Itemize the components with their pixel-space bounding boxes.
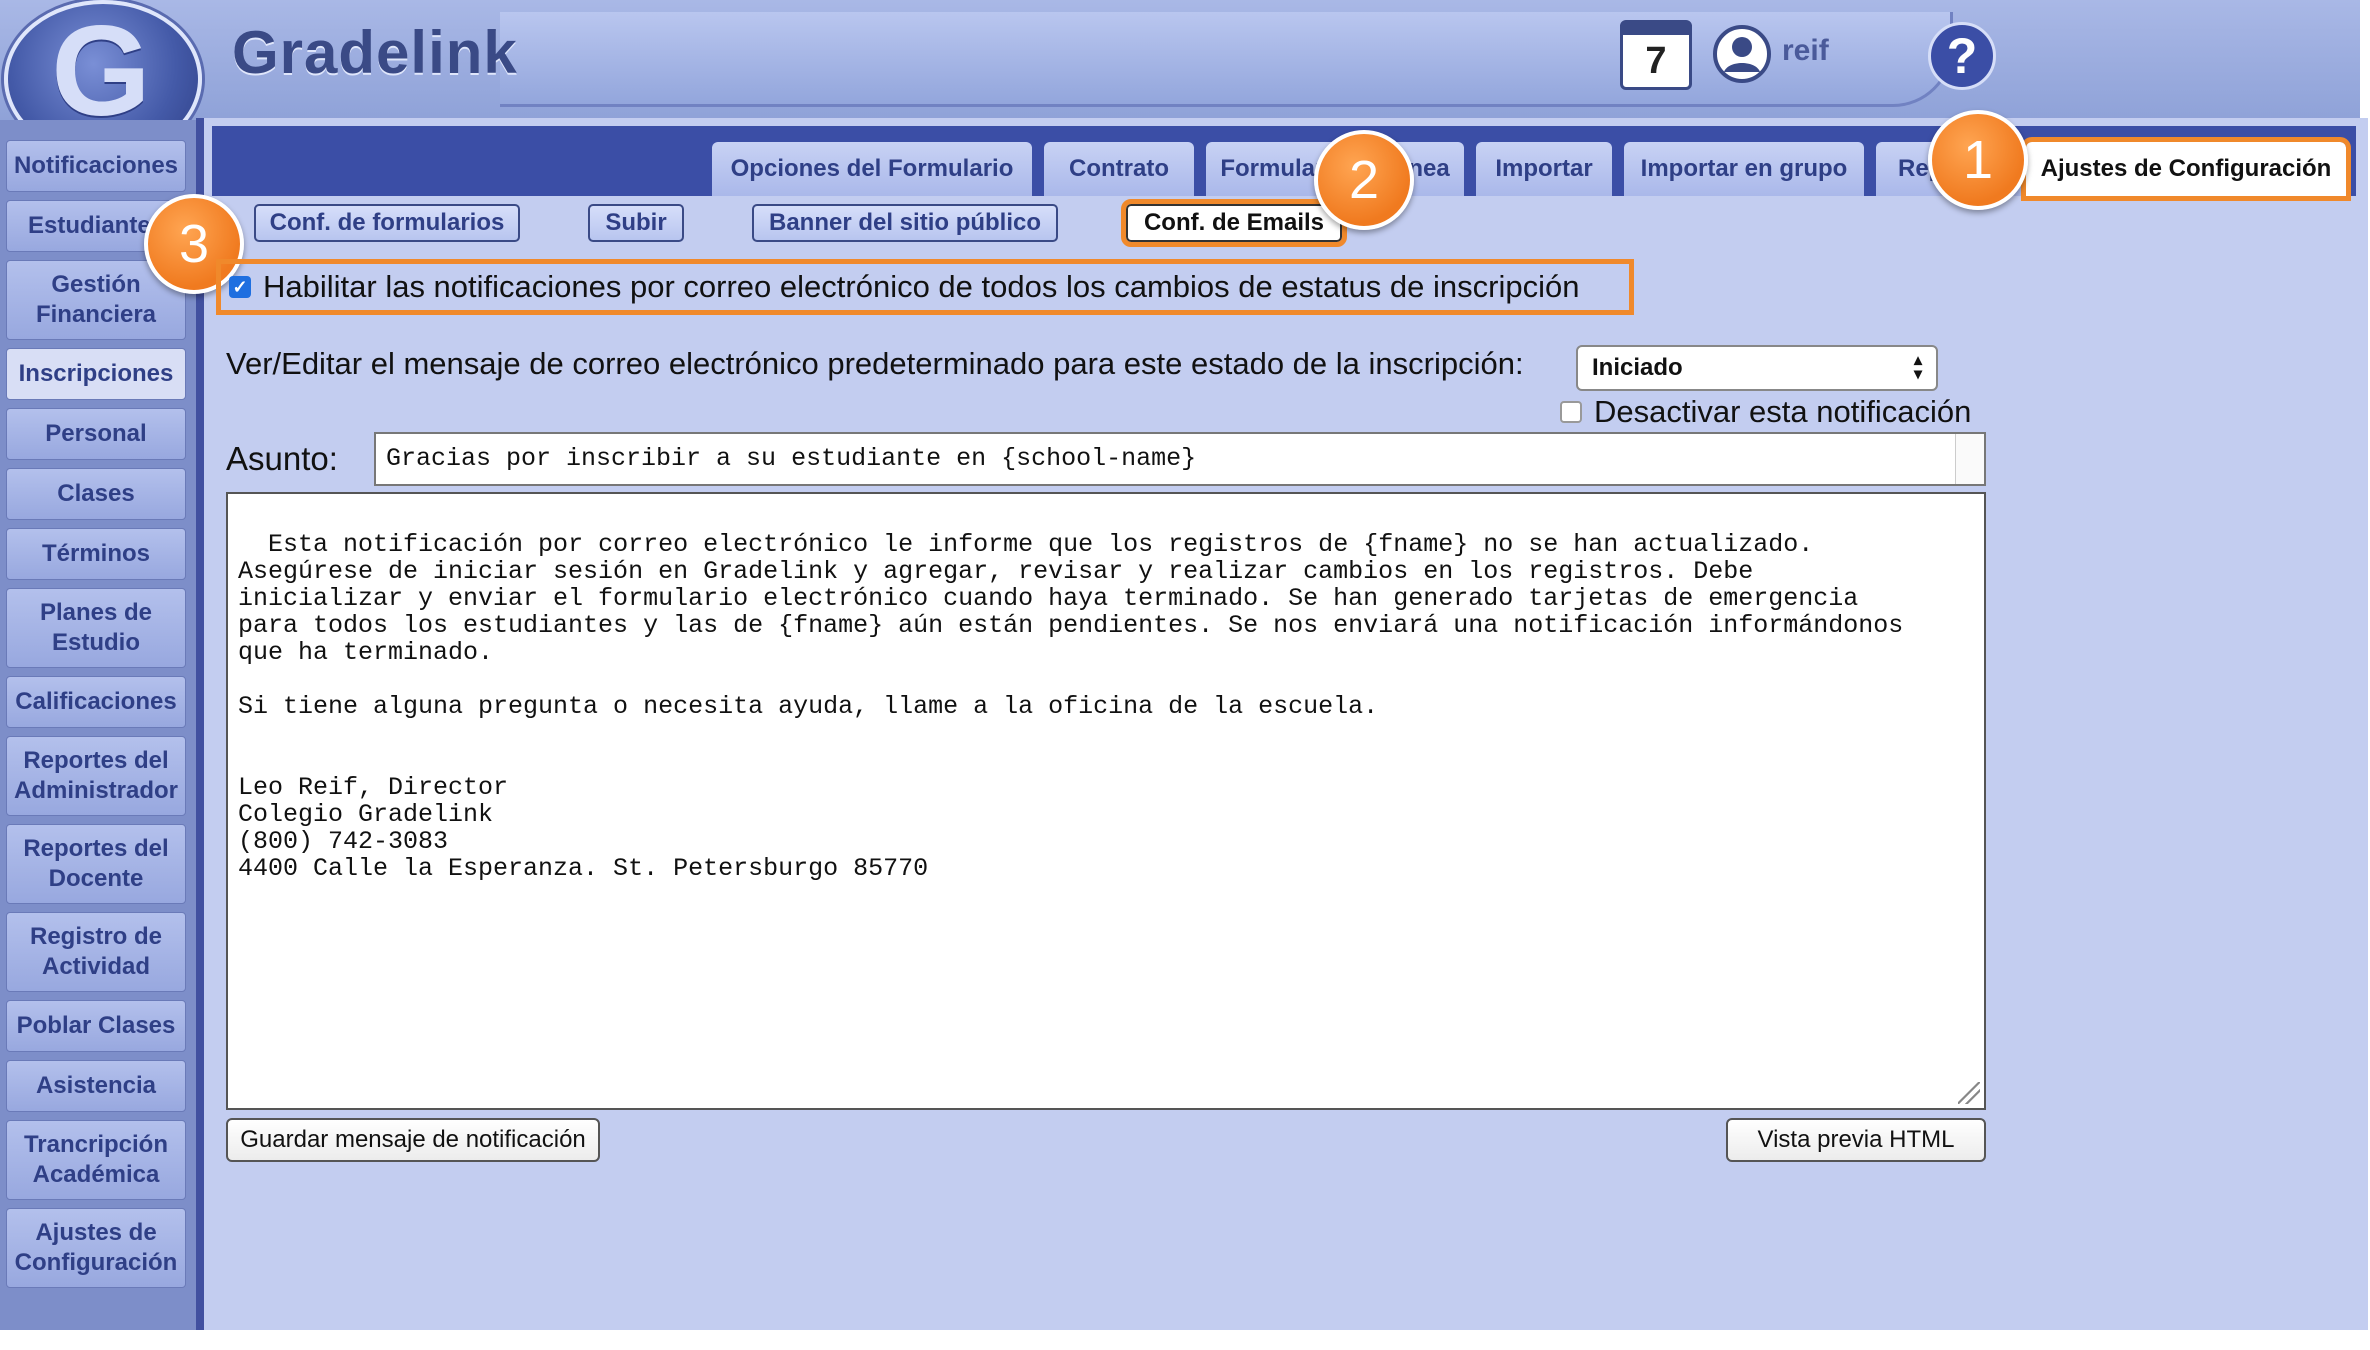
tab-opciones-formulario[interactable]: Opciones del Formulario (712, 142, 1032, 196)
sidebar-item-reportes-administrador[interactable]: Reportes del Administrador (6, 736, 186, 816)
subtab-conf-formularios[interactable]: Conf. de formularios (254, 204, 520, 242)
tab-ajustes-configuracion[interactable]: Ajustes de Configuración (2021, 137, 2351, 201)
subject-input[interactable]: Gracias por inscribir a su estudiante en… (374, 432, 1986, 486)
callout-badge-2: 2 (1314, 130, 1414, 230)
sidebar-item-notificaciones[interactable]: Notificaciones (6, 140, 186, 192)
sidebar-item-reportes-docente[interactable]: Reportes del Docente (6, 824, 186, 904)
save-notification-button[interactable]: Guardar mensaje de notificación (226, 1118, 600, 1162)
sidebar-item-ajustes-configuracion[interactable]: Ajustes de Configuración (6, 1208, 186, 1288)
status-select-value: Iniciado (1592, 354, 1683, 381)
enrollment-status-select[interactable]: Iniciado ▴ ▾ (1576, 345, 1938, 391)
html-preview-button[interactable]: Vista previa HTML (1726, 1118, 1986, 1162)
calendar-icon[interactable]: 7 (1620, 20, 1692, 90)
bottom-margin (0, 1330, 2360, 1350)
calendar-day: 7 (1645, 40, 1667, 82)
disable-notification-row[interactable]: Desactivar esta notificación (1560, 392, 1971, 432)
subject-value: Gracias por inscribir a su estudiante en… (386, 444, 1197, 473)
enable-notifications-label: Habilitar las notificaciones por correo … (263, 269, 1580, 304)
tab-contrato[interactable]: Contrato (1044, 142, 1194, 196)
calendar-rings (1623, 23, 1689, 35)
sidebar-item-clases[interactable]: Clases (6, 468, 186, 520)
logo-letter: G (51, 0, 151, 143)
sidebar-item-terminos[interactable]: Términos (6, 528, 186, 580)
callout-badge-1: 1 (1928, 110, 2028, 210)
subtab-banner-sitio-publico[interactable]: Banner del sitio público (752, 204, 1058, 242)
enable-notifications-row[interactable]: ✓ Habilitar las notificaciones por corre… (216, 259, 1634, 315)
help-icon[interactable]: ? (1928, 22, 1996, 90)
select-arrows-icon: ▴ ▾ (1913, 352, 1922, 383)
user-icon[interactable] (1712, 24, 1772, 84)
user-name[interactable]: reif (1782, 34, 1829, 68)
tab-importar[interactable]: Importar (1476, 142, 1612, 196)
subject-scrollbar[interactable] (1955, 434, 1984, 484)
subtab-subir[interactable]: Subir (588, 204, 684, 242)
subject-label: Asunto: (226, 440, 338, 477)
sidebar-item-transcripcion-academica[interactable]: Trancripción Académica (6, 1120, 186, 1200)
sidebar-item-calificaciones[interactable]: Calificaciones (6, 676, 186, 728)
disable-notification-checkbox[interactable] (1560, 401, 1582, 423)
sidebar-item-registro-actividad[interactable]: Registro de Actividad (6, 912, 186, 992)
disable-notification-label: Desactivar esta notificación (1594, 394, 1972, 429)
app-title: Gradelink (232, 19, 518, 86)
sidebar-item-planes-de-estudio[interactable]: Planes de Estudio (6, 588, 186, 668)
email-body-textarea[interactable]: Esta notificación por correo electrónico… (226, 492, 1986, 1110)
sidebar: Notificaciones Estudiantes Gestión Finan… (0, 120, 196, 1330)
subtab-conf-emails[interactable]: Conf. de Emails (1121, 199, 1347, 247)
sidebar-item-personal[interactable]: Personal (6, 408, 186, 460)
resize-grip-icon[interactable] (1958, 1082, 1980, 1104)
default-message-prompt: Ver/Editar el mensaje de correo electrón… (226, 346, 1524, 381)
sidebar-item-poblar-clases[interactable]: Poblar Clases (6, 1000, 186, 1052)
enable-notifications-checkbox[interactable]: ✓ (229, 276, 251, 298)
app-header: G Gradelink 7 reif ? (0, 0, 2360, 158)
email-body-value: Esta notificación por correo electrónico… (238, 530, 1904, 883)
sidebar-item-asistencia[interactable]: Asistencia (6, 1060, 186, 1112)
tab-importar-en-grupo[interactable]: Importar en grupo (1624, 142, 1864, 196)
tab-bar: Opciones del Formulario Contrato Formula… (212, 126, 2356, 201)
sidebar-item-inscripciones[interactable]: Inscripciones (6, 348, 186, 400)
